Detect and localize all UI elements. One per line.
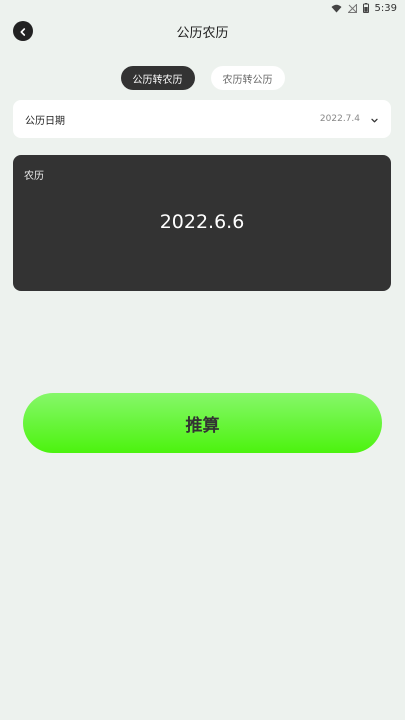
tab-lunar-to-solar[interactable]: 农历转公历 bbox=[210, 66, 285, 90]
date-picker-row[interactable]: 公历日期 2022.7.4 bbox=[13, 100, 391, 138]
status-time: 5:39 bbox=[374, 2, 397, 14]
wifi-icon bbox=[331, 4, 342, 13]
status-bar: 5:39 bbox=[0, 0, 405, 16]
chevron-left-icon bbox=[18, 22, 28, 41]
result-label: 农历 bbox=[24, 171, 44, 182]
chevron-down-icon bbox=[370, 110, 379, 129]
no-signal-icon bbox=[347, 3, 357, 13]
date-selector[interactable]: 2022.7.4 bbox=[320, 110, 379, 129]
date-value: 2022.7.4 bbox=[319, 114, 360, 124]
page-title: 公历农历 bbox=[176, 25, 229, 41]
back-button[interactable] bbox=[13, 21, 33, 41]
calculate-button[interactable]: 推算 bbox=[23, 393, 382, 453]
result-value: 2022.6.6 bbox=[159, 211, 245, 233]
battery-icon bbox=[362, 3, 369, 13]
result-card: 农历 2022.6.6 bbox=[13, 155, 391, 291]
header: 公历农历 bbox=[0, 18, 405, 44]
mode-tabs: 公历转农历 农历转公历 bbox=[0, 66, 405, 90]
date-label: 公历日期 bbox=[25, 115, 65, 127]
tab-solar-to-lunar[interactable]: 公历转农历 bbox=[120, 66, 195, 90]
